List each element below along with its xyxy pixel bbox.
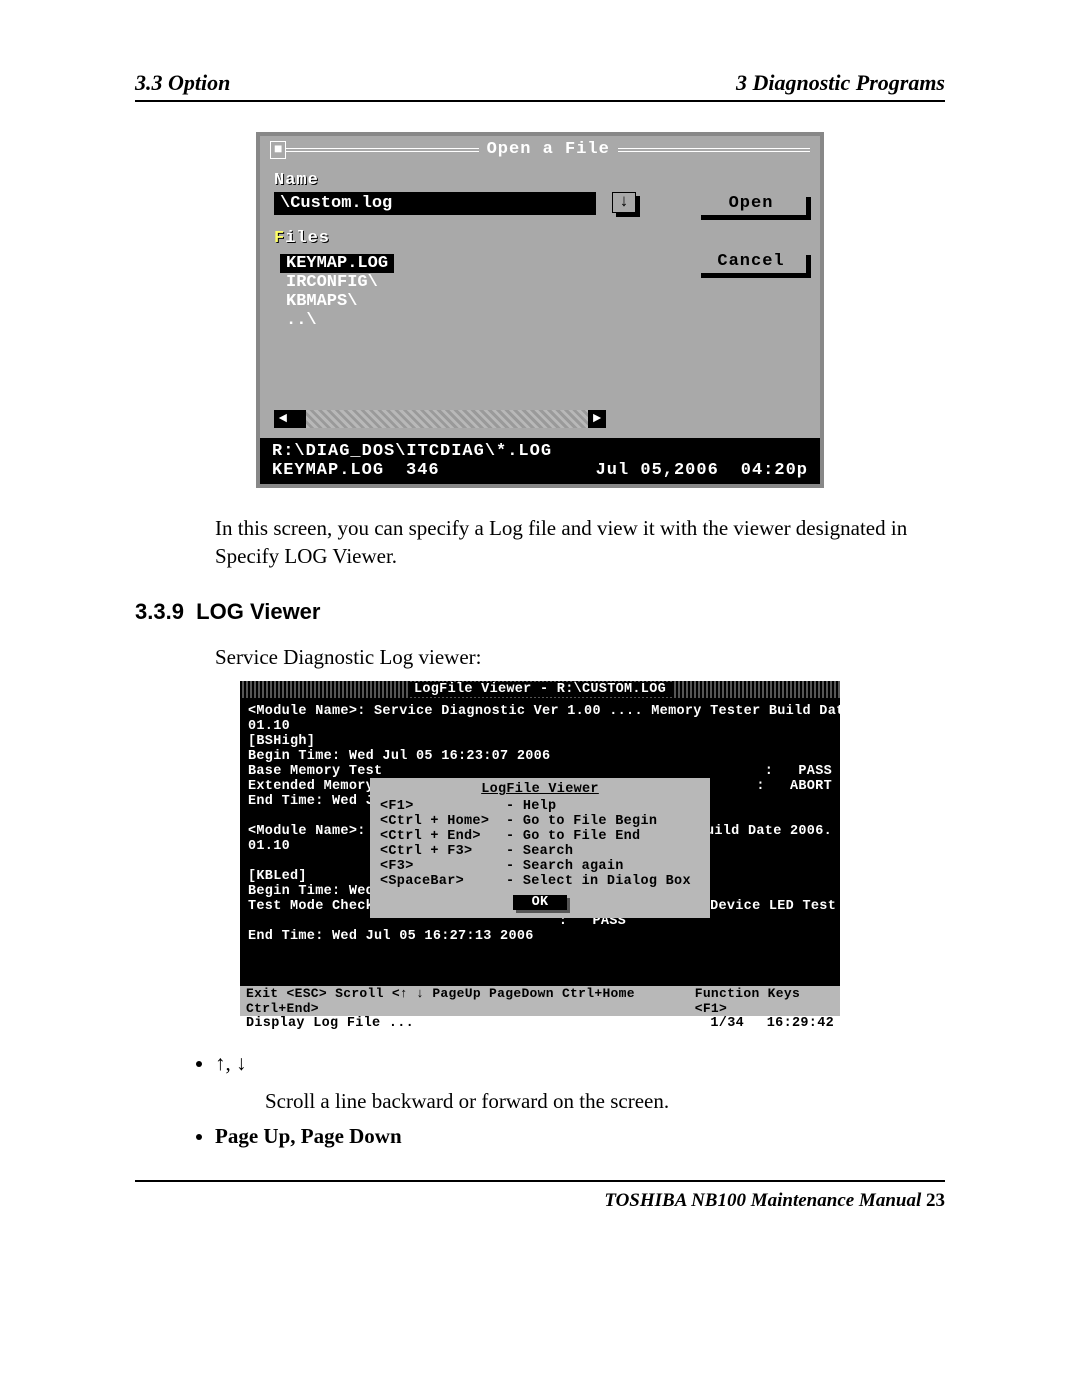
paragraph: In this screen, you can specify a Log fi… <box>215 514 945 571</box>
bullet-arrows: ↑, ↓ <box>215 1051 247 1075</box>
section-title: LOG Viewer <box>196 599 320 624</box>
status-date: Jul 05,2006 <box>596 461 719 480</box>
status-clock: 16:29:42 <box>744 1016 834 1031</box>
status-position: 1/34 <box>674 1016 744 1031</box>
bullet-desc: Scroll a line backward or forward on the… <box>265 1087 945 1115</box>
log-viewer-screenshot: LogFile Viewer - R:\CUSTOM.LOG <Module N… <box>240 681 840 1031</box>
footer-manual: TOSHIBA NB100 Maintenance Manual <box>604 1190 926 1211</box>
cancel-button[interactable]: Cancel <box>696 250 806 273</box>
hint-right: Function Keys <F1> <box>695 986 834 1016</box>
status-filename: KEYMAP.LOG <box>272 461 384 480</box>
header-left: 3.3 Option <box>135 70 230 96</box>
header-right: 3 Diagnostic Programs <box>736 70 945 96</box>
open-button[interactable]: Open <box>696 192 806 215</box>
open-file-dialog: ■ Open a File Name \Custom.log ↓ Open Fi… <box>256 132 824 488</box>
list-item[interactable]: ..\ <box>280 311 590 330</box>
section-number: 3.3.9 <box>135 599 184 624</box>
logviewer-title: LogFile Viewer - R:\CUSTOM.LOG <box>408 682 672 697</box>
files-listbox[interactable]: KEYMAP.LOG IRCONFIG\ KBMAPS\ ..\ <box>274 250 620 408</box>
ok-button[interactable]: OK <box>513 895 567 910</box>
hint-left: Exit <ESC> Scroll <↑ ↓ PageUp PageDown C… <box>246 986 695 1016</box>
status-time: 04:20p <box>741 461 808 480</box>
help-overlay: LogFile Viewer <F1> - Help <Ctrl + Home>… <box>370 778 710 918</box>
horizontal-scrollbar[interactable]: ◄► <box>274 410 606 428</box>
current-path: R:\DIAG_DOS\ITCDIAG\*.LOG <box>272 442 808 461</box>
history-dropdown-icon[interactable]: ↓ <box>612 192 636 213</box>
overlay-title: LogFile Viewer <box>380 782 700 797</box>
bullet-pageupdown: Page Up, Page Down <box>215 1122 945 1150</box>
dialog-title: Open a File <box>479 140 618 159</box>
status-text: Display Log File ... <box>246 1016 674 1031</box>
paragraph: Service Diagnostic Log viewer: <box>215 643 945 671</box>
name-label: Name <box>274 171 806 190</box>
close-icon[interactable]: ■ <box>270 141 286 159</box>
name-input[interactable]: \Custom.log <box>274 192 596 215</box>
list-item[interactable]: KEYMAP.LOG <box>280 254 394 273</box>
page-number: 23 <box>926 1190 945 1211</box>
status-size: 346 <box>406 461 440 480</box>
files-label: iles <box>285 229 330 248</box>
list-item[interactable]: KBMAPS\ <box>280 292 590 311</box>
list-item[interactable]: IRCONFIG\ <box>280 273 590 292</box>
